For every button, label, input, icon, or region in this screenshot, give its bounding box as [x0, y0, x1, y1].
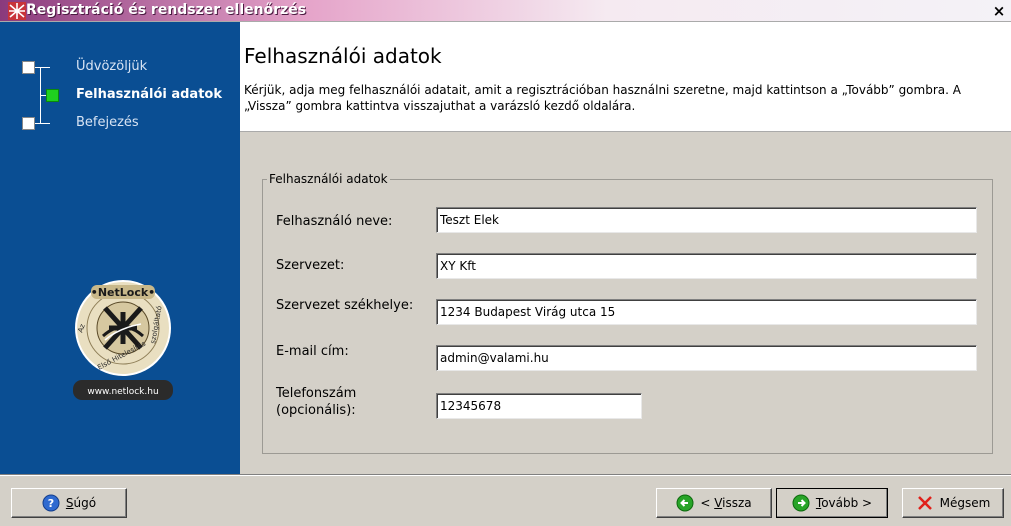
netlock-app-icon — [8, 2, 26, 20]
step-udvozoljuk: Üdvözöljük — [0, 55, 240, 79]
title-bar: Regisztráció és rendszer ellenőrzés × — [0, 0, 1011, 22]
email-field[interactable] — [436, 345, 977, 371]
wizard-sidebar: Üdvözöljük Felhasználói adatok Befejezés… — [0, 22, 240, 474]
phone-field[interactable] — [436, 393, 642, 419]
svg-text:?: ? — [48, 497, 54, 510]
organization-address-label: Szervezet székhelye: — [276, 298, 414, 313]
step-marker-active — [46, 89, 59, 102]
cancel-x-icon — [917, 496, 932, 510]
help-icon: ? — [42, 494, 60, 512]
group-legend: Felhasználói adatok — [269, 172, 388, 186]
page-title: Felhasználói adatok — [244, 44, 442, 68]
phone-label-line2: (opcionális): — [276, 403, 356, 418]
help-label: Súgó — [65, 496, 97, 510]
step-marker — [22, 61, 35, 74]
footer-separator — [0, 474, 1011, 476]
step-felhasznaloi-adatok: Felhasználói adatok — [0, 83, 240, 107]
help-button[interactable]: ? Súgó — [11, 488, 127, 518]
svg-text:www.netlock.hu: www.netlock.hu — [87, 387, 158, 397]
netlock-logo: •NetLock• Az Első Hitelesítés szolgáltat… — [73, 280, 173, 400]
step-label: Üdvözöljük — [76, 59, 148, 74]
email-label: E-mail cím: — [276, 344, 349, 359]
step-befejezes: Befejezés — [0, 111, 240, 135]
cancel-button[interactable]: Mégsem — [902, 488, 1004, 518]
next-arrow-icon — [792, 494, 810, 512]
next-label: Tovább > — [815, 496, 873, 510]
back-arrow-icon — [676, 494, 694, 512]
cancel-label: Mégsem — [939, 496, 991, 510]
organization-field[interactable] — [436, 253, 977, 279]
svg-text:•NetLock•: •NetLock• — [91, 286, 155, 299]
page-header: Felhasználói adatok Kérjük, adja meg fel… — [240, 22, 1011, 132]
page-description: Kérjük, adja meg felhasználói adatait, a… — [244, 83, 961, 113]
step-label: Felhasználói adatok — [76, 87, 222, 102]
next-button[interactable]: Tovább > — [776, 488, 888, 518]
back-label: < Vissza — [700, 496, 752, 510]
organization-label: Szervezet: — [276, 258, 345, 273]
back-button[interactable]: < Vissza — [656, 488, 772, 518]
close-button[interactable]: × — [990, 2, 1008, 20]
username-field[interactable] — [436, 207, 977, 233]
phone-label-line1: Telefonszám — [276, 386, 357, 401]
window-title: Regisztráció és rendszer ellenőrzés — [26, 2, 307, 18]
step-label: Befejezés — [76, 115, 139, 130]
username-label: Felhasználó neve: — [276, 214, 393, 229]
step-marker — [22, 117, 35, 130]
organization-address-field[interactable] — [436, 299, 977, 325]
